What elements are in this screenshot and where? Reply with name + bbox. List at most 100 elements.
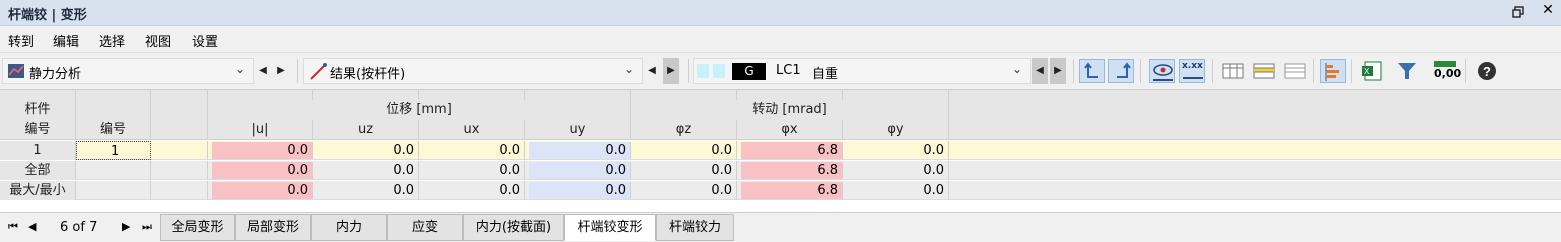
cell-phi-z[interactable]: 0.0 bbox=[631, 141, 737, 160]
cell-u-abs[interactable]: 0.0 bbox=[212, 142, 313, 159]
result-combo[interactable]: 结果(按杆件) ⌄ bbox=[303, 58, 643, 84]
chevron-down-icon[interactable]: ⌄ bbox=[624, 62, 634, 76]
row-number bbox=[76, 161, 151, 180]
tab-member-hinge-deformation[interactable]: 杆端铰变形 bbox=[564, 214, 656, 241]
col-header-member-no: 编号 bbox=[0, 120, 76, 140]
table-columns-icon[interactable] bbox=[1220, 59, 1246, 83]
table-row[interactable]: 全部 0.0 0.0 0.0 0.0 0.0 6.8 0.0 bbox=[0, 161, 1561, 180]
cell-ux[interactable]: 0.0 bbox=[419, 141, 525, 160]
menu-select[interactable]: 选择 bbox=[99, 31, 125, 50]
cell-ux[interactable]: 0.0 bbox=[419, 161, 525, 180]
col-header-uy[interactable]: uy bbox=[525, 120, 631, 140]
cell-phi-z[interactable]: 0.0 bbox=[631, 161, 737, 180]
col-header-uz[interactable]: uz bbox=[313, 120, 419, 140]
prev-loadcase-button[interactable]: ◀ bbox=[1032, 58, 1048, 84]
table-rows-icon[interactable] bbox=[1282, 59, 1308, 83]
row-number bbox=[76, 181, 151, 200]
first-page-icon[interactable]: ⏮ bbox=[8, 220, 18, 234]
chart-bars-icon[interactable] bbox=[1320, 59, 1346, 83]
show-values-icon[interactable]: x.xx bbox=[1179, 59, 1205, 83]
lc-color-swatch bbox=[713, 64, 725, 78]
lc-name: 自重 bbox=[812, 67, 839, 82]
cell-phi-x[interactable]: 6.8 bbox=[741, 162, 843, 179]
next-analysis-button[interactable]: ▶ bbox=[273, 58, 289, 84]
menu-view[interactable]: 视图 bbox=[145, 31, 171, 50]
result-combo-label: 结果(按杆件) bbox=[330, 67, 406, 82]
toolbar: 静力分析 ⌄ ◀ ▶ 结果(按杆件) ⌄ ◀ ▶ G LC1 自重 ⌄ ◀ ▶ … bbox=[0, 52, 1561, 88]
static-analysis-icon bbox=[8, 64, 24, 78]
cell-uz[interactable]: 0.0 bbox=[313, 181, 419, 200]
decimal-places-icon[interactable]: 0,00 bbox=[1431, 59, 1461, 83]
bottom-tab-bar: ⏮ ◀ 6 of 7 ▶ ⏭ 全局变形 局部变形 内力 应变 内力(按截面) 杆… bbox=[0, 212, 1561, 242]
filter-icon[interactable] bbox=[1394, 59, 1420, 83]
cell-uz[interactable]: 0.0 bbox=[313, 141, 419, 160]
cell-phi-y[interactable]: 0.0 bbox=[843, 141, 949, 160]
next-loadcase-button[interactable]: ▶ bbox=[1050, 58, 1066, 84]
menu-settings[interactable]: 设置 bbox=[192, 31, 218, 50]
col-header-phi-z[interactable]: φz bbox=[631, 120, 737, 140]
title-bar: 杆端铰 | 变形 ✕ bbox=[0, 0, 1561, 26]
tab-member-hinge-forces[interactable]: 杆端铰力 bbox=[656, 214, 734, 241]
col-header-phi-x[interactable]: φx bbox=[737, 120, 843, 140]
tab-internal-forces-by-section[interactable]: 内力(按截面) bbox=[463, 214, 564, 241]
undo-view-icon[interactable] bbox=[1079, 59, 1105, 83]
toolbar-separator bbox=[1212, 59, 1213, 83]
cell-phi-x[interactable]: 6.8 bbox=[741, 142, 843, 159]
tab-global-deformation[interactable]: 全局变形 bbox=[160, 214, 235, 241]
tab-local-deformation[interactable]: 局部变形 bbox=[235, 214, 311, 241]
results-table: 杆件 位移 [mm] 转动 [mrad] 编号 编号 |u| uz ux uy … bbox=[0, 89, 1561, 212]
cell-uy[interactable]: 0.0 bbox=[529, 182, 631, 199]
lc-code: LC1 bbox=[776, 63, 801, 78]
prev-result-button[interactable]: ◀ bbox=[644, 58, 660, 84]
chevron-down-icon[interactable]: ⌄ bbox=[235, 62, 245, 76]
cell-uy[interactable]: 0.0 bbox=[529, 162, 631, 179]
toolbar-separator bbox=[1140, 59, 1141, 83]
cell-uz[interactable]: 0.0 bbox=[313, 161, 419, 180]
cell-phi-z[interactable]: 0.0 bbox=[631, 181, 737, 200]
col-header-ux[interactable]: ux bbox=[419, 120, 525, 140]
col-header-u-abs[interactable]: |u| bbox=[208, 120, 313, 140]
table-header-row: 编号 编号 |u| uz ux uy φz φx φy bbox=[0, 120, 1561, 140]
cell-u-abs[interactable]: 0.0 bbox=[212, 182, 313, 199]
col-group-rotation: 转动 [mrad] bbox=[631, 100, 949, 120]
next-result-button[interactable]: ▶ bbox=[663, 58, 679, 84]
toolbar-separator bbox=[1313, 59, 1314, 83]
export-excel-icon[interactable]: X bbox=[1360, 59, 1386, 83]
table-top-band bbox=[0, 90, 1561, 100]
redo-view-icon[interactable] bbox=[1108, 59, 1134, 83]
help-icon[interactable]: ? bbox=[1474, 59, 1500, 83]
loadcase-combo[interactable]: G LC1 自重 ⌄ bbox=[693, 58, 1031, 84]
chevron-down-icon[interactable]: ⌄ bbox=[1012, 62, 1022, 76]
cell-phi-x[interactable]: 6.8 bbox=[741, 182, 843, 199]
next-page-icon[interactable]: ▶ bbox=[122, 220, 130, 233]
col-header-number: 编号 bbox=[76, 120, 151, 140]
member-result-icon bbox=[310, 63, 327, 80]
row-member: 最大/最小 bbox=[0, 181, 76, 200]
restore-icon[interactable] bbox=[1512, 6, 1524, 18]
cell-u-abs[interactable]: 0.0 bbox=[212, 162, 313, 179]
prev-page-icon[interactable]: ◀ bbox=[28, 220, 36, 233]
cell-uy[interactable]: 0.0 bbox=[529, 142, 631, 159]
cell-phi-y[interactable]: 0.0 bbox=[843, 161, 949, 180]
lc-badge: G bbox=[732, 63, 766, 80]
tab-internal-forces[interactable]: 内力 bbox=[311, 214, 387, 241]
cell-ux[interactable]: 0.0 bbox=[419, 181, 525, 200]
menu-goto[interactable]: 转到 bbox=[8, 31, 34, 50]
show-results-icon[interactable] bbox=[1149, 59, 1175, 83]
col-header-phi-y[interactable]: φy bbox=[843, 120, 949, 140]
toolbar-separator bbox=[1073, 59, 1074, 83]
tab-strains[interactable]: 应变 bbox=[387, 214, 463, 241]
table-row[interactable]: 1 1 0.0 0.0 0.0 0.0 0.0 6.8 0.0 bbox=[0, 141, 1561, 160]
col-group-displacement: 位移 [mm] bbox=[208, 100, 631, 120]
table-row[interactable]: 最大/最小 0.0 0.0 0.0 0.0 0.0 6.8 0.0 bbox=[0, 181, 1561, 200]
last-page-icon[interactable]: ⏭ bbox=[142, 220, 152, 234]
menu-edit[interactable]: 编辑 bbox=[53, 31, 79, 50]
toolbar-separator bbox=[297, 59, 298, 83]
window-title: 杆端铰 | 变形 bbox=[8, 8, 87, 23]
row-number[interactable]: 1 bbox=[76, 141, 151, 160]
prev-analysis-button[interactable]: ◀ bbox=[255, 58, 271, 84]
table-highlight-icon[interactable] bbox=[1251, 59, 1277, 83]
close-icon[interactable]: ✕ bbox=[1540, 2, 1556, 22]
cell-phi-y[interactable]: 0.0 bbox=[843, 181, 949, 200]
analysis-combo[interactable]: 静力分析 ⌄ bbox=[2, 58, 254, 84]
